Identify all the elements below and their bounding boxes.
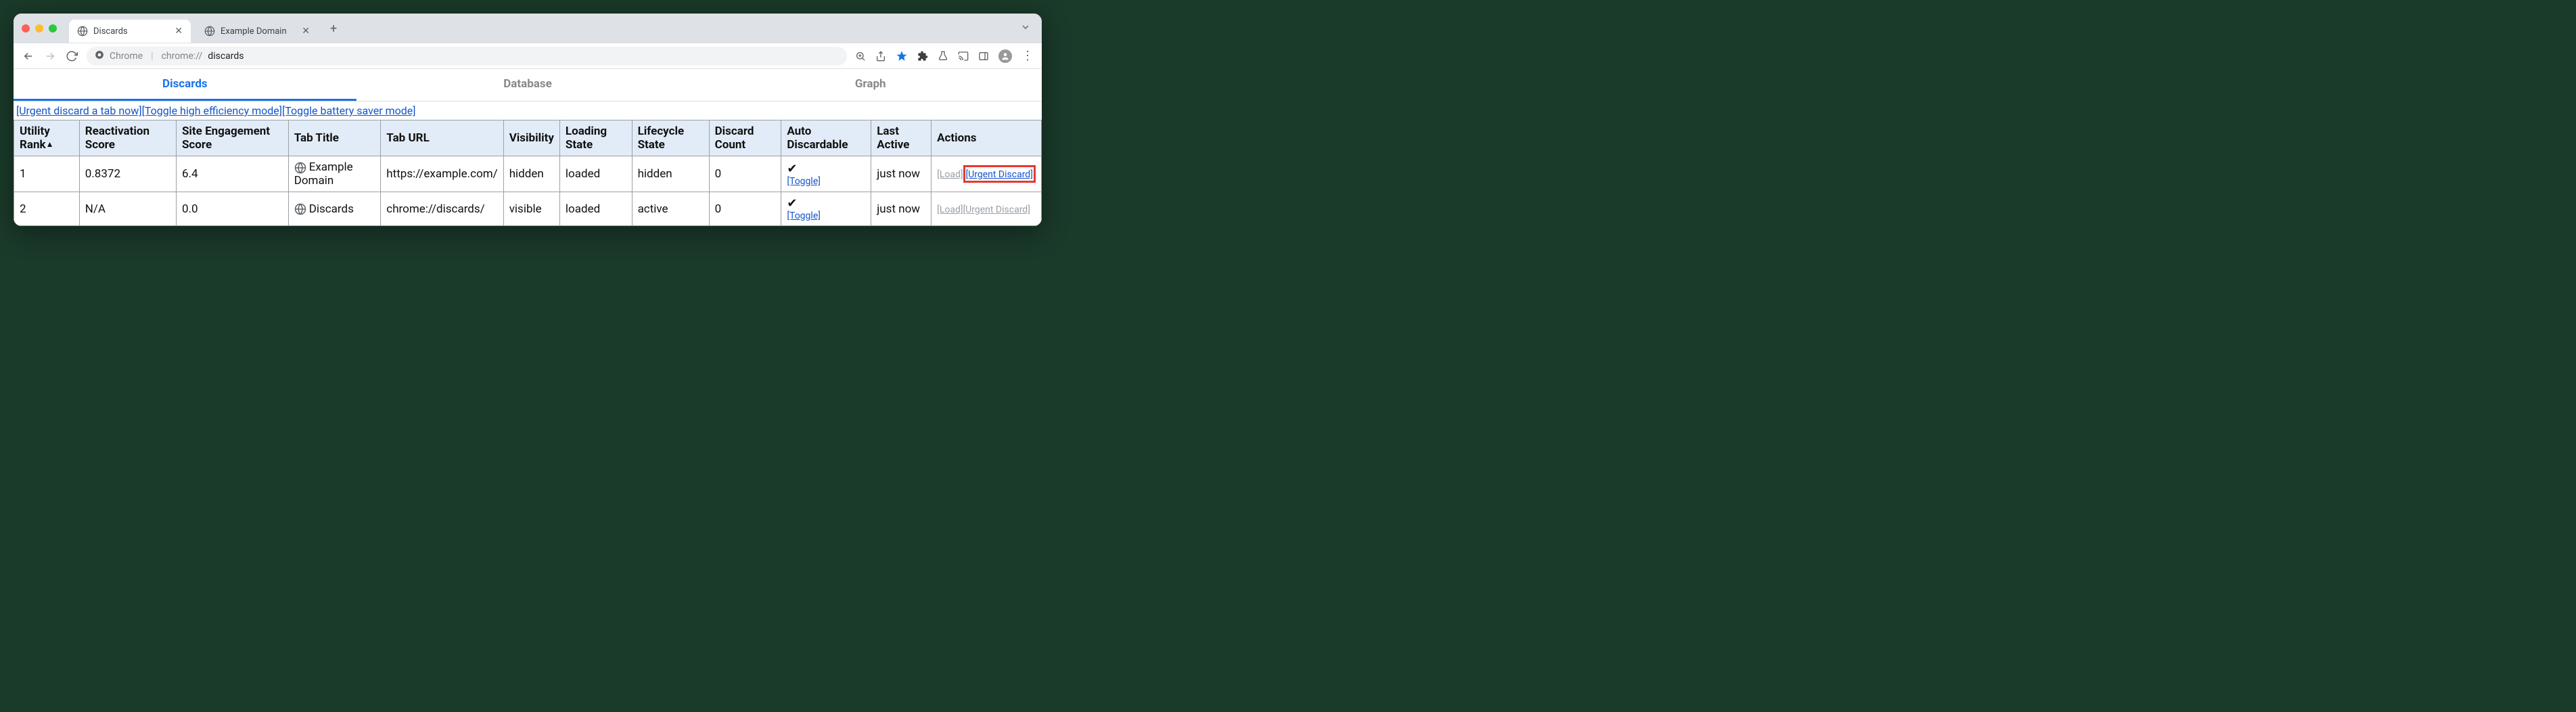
cell-reactivation-score: N/A [79, 192, 176, 226]
table-row: 10.83726.4Example Domainhttps://example.… [14, 156, 1042, 192]
load-action-link: [Load] [937, 169, 963, 180]
cell-utility-rank: 1 [14, 156, 80, 192]
toggle-efficiency-link[interactable]: [Toggle high efficiency mode] [142, 104, 282, 117]
page-tab-graph[interactable]: Graph [699, 69, 1042, 101]
cell-visibility: hidden [503, 156, 559, 192]
cell-last-active: just now [871, 192, 932, 226]
toggle-battery-link[interactable]: [Toggle battery saver mode] [282, 104, 415, 117]
back-button[interactable] [22, 49, 35, 63]
globe-icon [204, 26, 215, 37]
close-window-button[interactable] [22, 24, 30, 32]
browser-tab-label: Discards [93, 26, 128, 37]
cell-site-engagement: 0.0 [176, 192, 288, 226]
cell-utility-rank: 2 [14, 192, 80, 226]
browser-window: Discards ✕ Example Domain ✕ + [14, 14, 1042, 226]
address-scheme: chrome:// [162, 51, 203, 62]
chrome-icon [95, 50, 104, 62]
zoom-icon[interactable] [855, 51, 866, 62]
expand-chevron-icon[interactable] [1017, 19, 1034, 38]
col-tab-title[interactable]: Tab Title [288, 120, 381, 156]
cell-auto-discardable: ✔[Toggle] [781, 156, 871, 192]
cell-visibility: visible [503, 192, 559, 226]
highlight-box: [Urgent Discard] [963, 165, 1036, 183]
col-discard-count[interactable]: Discard Count [709, 120, 781, 156]
urgent-discard-action-link[interactable]: [Urgent Discard] [966, 169, 1033, 180]
col-tab-url[interactable]: Tab URL [381, 120, 503, 156]
cell-loading-state: loaded [559, 156, 632, 192]
check-icon: ✔ [787, 162, 865, 176]
cell-site-engagement: 6.4 [176, 156, 288, 192]
globe-icon [294, 203, 306, 215]
col-actions[interactable]: Actions [932, 120, 1042, 156]
col-last-active[interactable]: Last Active [871, 120, 932, 156]
address-bar[interactable]: Chrome | chrome:// discards [87, 47, 847, 66]
browser-toolbar: Chrome | chrome:// discards ⋮ [14, 43, 1042, 69]
window-controls [22, 24, 57, 32]
cell-tab-url: https://example.com/ [381, 156, 503, 192]
urgent-discard-now-link[interactable]: [Urgent discard a tab now] [16, 104, 142, 117]
urgent-discard-action-link: [Urgent Discard] [963, 204, 1030, 215]
profile-avatar[interactable] [998, 49, 1012, 63]
col-visibility[interactable]: Visibility [503, 120, 559, 156]
extensions-icon[interactable] [917, 51, 928, 62]
cell-last-active: just now [871, 156, 932, 192]
check-icon: ✔ [787, 196, 865, 210]
close-tab-icon[interactable]: ✕ [302, 26, 310, 37]
cell-lifecycle-state: active [632, 192, 709, 226]
titlebar: Discards ✕ Example Domain ✕ + [14, 14, 1042, 43]
minimize-window-button[interactable] [35, 24, 43, 32]
action-link-bar: [Urgent discard a tab now][Toggle high e… [14, 102, 1042, 120]
page-tab-discards[interactable]: Discards [14, 69, 356, 101]
cell-loading-state: loaded [559, 192, 632, 226]
globe-icon [77, 26, 88, 37]
sort-indicator-icon: ▲ [46, 139, 54, 149]
browser-tab-example[interactable]: Example Domain ✕ [196, 20, 318, 43]
labs-icon[interactable] [938, 51, 948, 62]
reload-button[interactable] [65, 49, 78, 63]
close-tab-icon[interactable]: ✕ [175, 26, 183, 37]
forward-button[interactable] [43, 49, 57, 63]
cell-tab-title: Discards [288, 192, 381, 226]
cell-actions: [Load][Urgent Discard] [932, 156, 1042, 192]
cell-tab-url: chrome://discards/ [381, 192, 503, 226]
load-action-link: [Load] [937, 204, 963, 215]
menu-button[interactable]: ⋮ [1021, 49, 1034, 63]
col-utility-rank[interactable]: Utility Rank▲ [14, 120, 80, 156]
col-reactivation-score[interactable]: Reactivation Score [79, 120, 176, 156]
bookmark-star-icon[interactable] [896, 50, 908, 62]
address-divider: | [151, 51, 153, 62]
cell-lifecycle-state: hidden [632, 156, 709, 192]
discards-table: Utility Rank▲ Reactivation Score Site En… [14, 120, 1042, 226]
table-row: 2N/A0.0 Discards chrome://discards/visible… [14, 192, 1042, 226]
globe-icon [294, 162, 306, 174]
share-icon[interactable] [875, 51, 886, 62]
col-site-engagement[interactable]: Site Engagement Score [176, 120, 288, 156]
cell-discard-count: 0 [709, 156, 781, 192]
toggle-auto-discardable-link[interactable]: [Toggle] [787, 210, 865, 221]
cell-discard-count: 0 [709, 192, 781, 226]
maximize-window-button[interactable] [49, 24, 57, 32]
page-tab-nav: Discards Database Graph [14, 69, 1042, 102]
new-tab-button[interactable]: + [323, 22, 344, 36]
cell-tab-title: Example Domain [288, 156, 381, 192]
toolbar-right: ⋮ [855, 49, 1034, 63]
address-prefix: Chrome [110, 51, 143, 62]
page-content: Discards Database Graph [Urgent discard … [14, 69, 1042, 226]
tab-title-text: Discards [309, 202, 354, 216]
cell-reactivation-score: 0.8372 [79, 156, 176, 192]
page-tab-database[interactable]: Database [356, 69, 699, 101]
col-auto-discardable[interactable]: Auto Discardable [781, 120, 871, 156]
col-lifecycle-state[interactable]: Lifecycle State [632, 120, 709, 156]
side-panel-icon[interactable] [978, 51, 989, 62]
col-loading-state[interactable]: Loading State [559, 120, 632, 156]
cell-actions: [Load][Urgent Discard] [932, 192, 1042, 226]
table-header-row: Utility Rank▲ Reactivation Score Site En… [14, 120, 1042, 156]
browser-tab-discards[interactable]: Discards ✕ [69, 20, 191, 43]
cell-auto-discardable: ✔[Toggle] [781, 192, 871, 226]
toggle-auto-discardable-link[interactable]: [Toggle] [787, 176, 865, 187]
cast-icon[interactable] [958, 51, 969, 62]
browser-tab-label: Example Domain [221, 26, 287, 37]
address-path: discards [208, 51, 244, 62]
